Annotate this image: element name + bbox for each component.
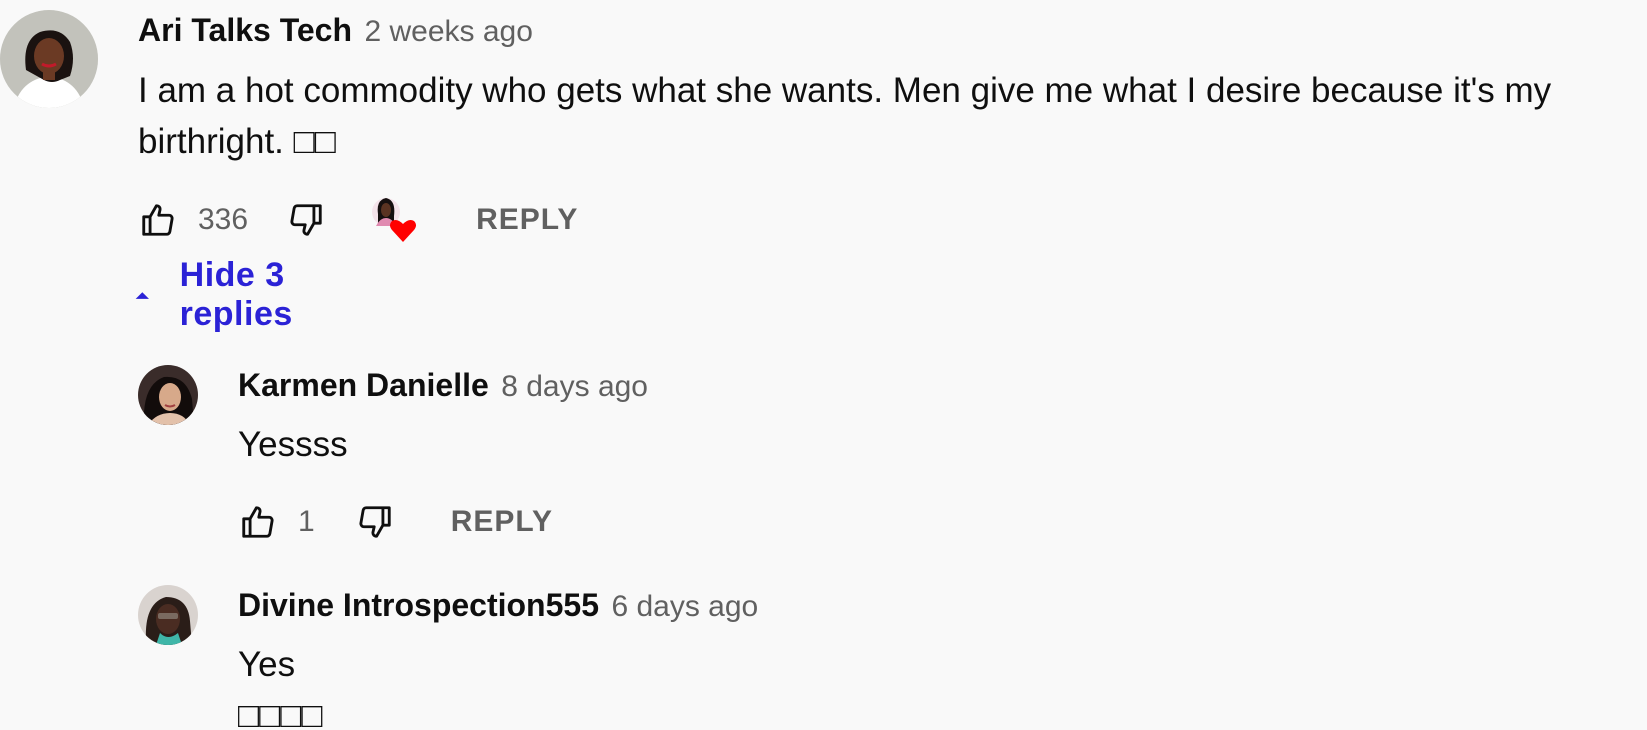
like-button[interactable] [136,198,180,242]
hide-replies-label: Hide 3 replies [179,256,293,333]
like-button[interactable] [236,500,280,544]
reply-text: Yessss [238,425,348,464]
thumbs-up-icon [242,506,274,538]
comment-header: Ari Talks Tech 2 weeks ago [138,12,533,49]
reply-author[interactable]: Karmen Danielle [238,367,489,403]
reply-button[interactable]: REPLY [451,505,553,539]
user-avatar-icon [138,365,198,425]
user-avatar-icon [0,10,98,108]
like-count: 336 [198,203,249,236]
comments-section: Ari Talks Tech 2 weeks ago I am a hot co… [0,0,1647,730]
thumbs-down-icon [290,204,322,236]
reply-time[interactable]: 6 days ago [611,590,758,623]
user-avatar-icon [138,585,198,645]
reply-header: Divine Introspection555 6 days ago [238,587,758,624]
comment-author[interactable]: Ari Talks Tech [138,12,352,48]
caret-up-icon [135,292,149,299]
reply-header: Karmen Danielle 8 days ago [238,367,648,404]
creator-heart-badge [370,196,424,244]
author-avatar[interactable] [0,10,98,108]
thumbs-up-icon [142,204,174,236]
dislike-button[interactable] [353,500,397,544]
comment-actions: 336 REPLY [136,196,578,244]
creator-heart-icon [372,198,417,242]
comment-time[interactable]: 2 weeks ago [364,15,532,48]
comment-text: I am a hot commodity who gets what she w… [138,71,1552,161]
reply-author-avatar[interactable] [138,585,198,645]
dislike-button[interactable] [284,198,328,242]
thumbs-down-icon [359,506,391,538]
like-count: 1 [298,505,315,538]
reply-author-avatar[interactable] [138,365,198,425]
reply-button[interactable]: REPLY [476,203,578,237]
hide-replies-button[interactable]: Hide 3 replies [134,256,306,333]
reply-actions: 1 REPLY [236,498,553,546]
reply-author[interactable]: Divine Introspection555 [238,587,599,623]
reply-text: Yes □□□□ [238,645,323,730]
reply-time[interactable]: 8 days ago [501,370,648,403]
